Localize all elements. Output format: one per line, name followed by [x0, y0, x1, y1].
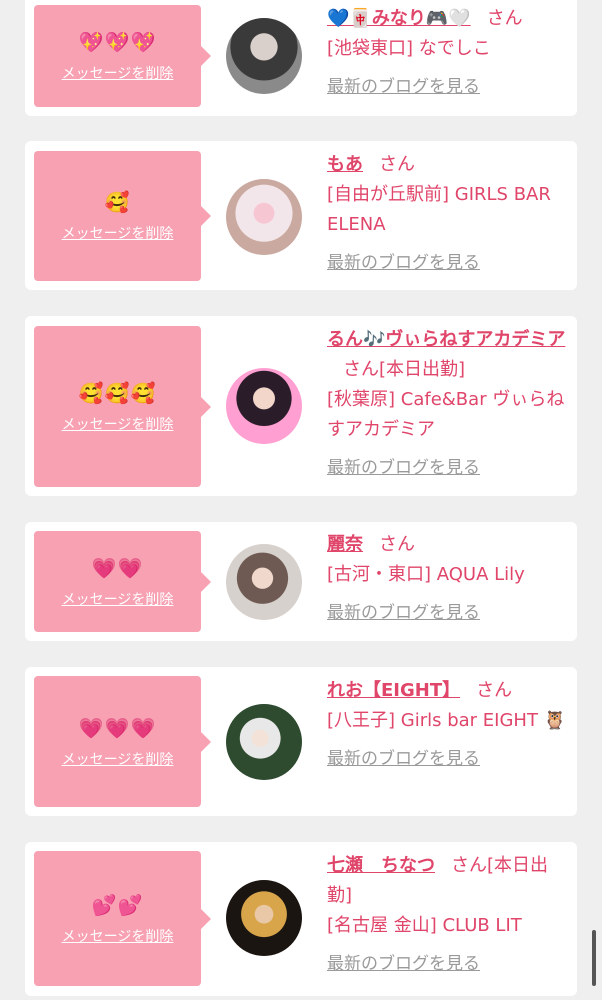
- cast-info: 七瀬 ちなつ さん[本日出勤] [名古屋 金山] CLUB LIT 最新のブログを…: [327, 851, 567, 979]
- delete-message-button[interactable]: メッセージを削除: [62, 926, 174, 946]
- message-emoji: 🥰🥰🥰: [78, 380, 157, 405]
- message-card: 💖💖💖 メッセージを削除 💙🀄みなり🎮🤍 さん [池袋東口] なでしこ 最新のブロ…: [25, 0, 577, 116]
- cast-name-line: 💙🀄みなり🎮🤍 さん: [327, 4, 567, 34]
- cast-name-link[interactable]: れお【EIGHT】: [327, 680, 460, 701]
- delete-message-button[interactable]: メッセージを削除: [62, 414, 174, 434]
- message-card: 🥰🥰🥰 メッセージを削除 るん🎶ヴぃらねすアカデミアさん[本日出勤] [秋葉原]…: [25, 316, 577, 496]
- honorific: さん: [486, 8, 523, 29]
- message-card: 💗💗💗 メッセージを削除 れお【EIGHT】 さん [八王子] Girls bar…: [25, 667, 577, 816]
- shop-name: [自由が丘駅前] GIRLS BAR ELENA: [327, 184, 551, 235]
- avatar[interactable]: [226, 179, 302, 255]
- cast-name-line: るん🎶ヴぃらねすアカデミアさん[本日出勤]: [327, 325, 567, 385]
- cast-name-line: 麗奈 さん: [327, 530, 567, 560]
- shop-name: [古河・東口] AQUA Lily: [327, 564, 525, 585]
- delete-message-button[interactable]: メッセージを削除: [62, 749, 174, 769]
- scrollbar[interactable]: [592, 930, 596, 986]
- message-bubble: 💖💖💖 メッセージを削除: [34, 5, 211, 107]
- cast-name-line: もあ さん: [327, 150, 567, 180]
- message-card: 💗💗 メッセージを削除 麗奈 さん [古河・東口] AQUA Lily 最新のブロ…: [25, 522, 577, 641]
- avatar[interactable]: [226, 544, 302, 620]
- latest-blog-link[interactable]: 最新のブログを見る: [327, 248, 567, 278]
- honorific: さん: [379, 154, 415, 175]
- delete-message-button[interactable]: メッセージを削除: [62, 589, 174, 609]
- honorific: さん: [379, 534, 415, 555]
- message-emoji: 💖💖💖: [78, 30, 157, 54]
- cast-info: もあ さん [自由が丘駅前] GIRLS BAR ELENA 最新のブログを見る: [327, 150, 567, 278]
- message-card: 💕💕 メッセージを削除 七瀬 ちなつ さん[本日出勤] [名古屋 金山] CLUB…: [25, 842, 577, 996]
- shop-name: [八王子] Girls bar EIGHT 🦉: [327, 710, 567, 731]
- message-emoji: 💗💗💗: [78, 715, 157, 740]
- latest-blog-link[interactable]: 最新のブログを見る: [327, 453, 567, 483]
- cast-info: 麗奈 さん [古河・東口] AQUA Lily 最新のブログを見る: [327, 530, 567, 628]
- latest-blog-link[interactable]: 最新のブログを見る: [327, 72, 567, 102]
- cast-name-line: 七瀬 ちなつ さん[本日出勤]: [327, 851, 567, 911]
- cast-info: るん🎶ヴぃらねすアカデミアさん[本日出勤] [秋葉原] Cafe&Bar ヴぃら…: [327, 325, 567, 483]
- message-bubble: 🥰 メッセージを削除: [34, 151, 211, 281]
- cast-info: 💙🀄みなり🎮🤍 さん [池袋東口] なでしこ 最新のブログを見る: [327, 4, 567, 102]
- cast-info: れお【EIGHT】 さん [八王子] Girls bar EIGHT 🦉 最新のブ…: [327, 676, 567, 774]
- cast-name-link[interactable]: 七瀬 ちなつ: [327, 855, 435, 876]
- latest-blog-link[interactable]: 最新のブログを見る: [327, 744, 567, 774]
- cast-name-link[interactable]: るん🎶ヴぃらねすアカデミア: [327, 329, 565, 350]
- message-emoji: 💗💗: [91, 555, 144, 580]
- avatar[interactable]: [226, 18, 302, 94]
- cast-name-line: れお【EIGHT】 さん: [327, 676, 567, 706]
- honorific: さん[本日出勤]: [343, 359, 466, 380]
- message-bubble: 💗💗💗 メッセージを削除: [34, 676, 211, 807]
- message-bubble: 💕💕 メッセージを削除: [34, 851, 211, 986]
- cast-name-link[interactable]: もあ: [327, 154, 363, 175]
- delete-message-button[interactable]: メッセージを削除: [62, 223, 174, 243]
- avatar[interactable]: [226, 368, 302, 444]
- cast-name-link[interactable]: 💙🀄みなり🎮🤍: [327, 8, 471, 29]
- avatar[interactable]: [226, 704, 302, 780]
- delete-message-button[interactable]: メッセージを削除: [62, 63, 174, 83]
- message-bubble: 🥰🥰🥰 メッセージを削除: [34, 326, 211, 487]
- latest-blog-link[interactable]: 最新のブログを見る: [327, 598, 567, 628]
- message-emoji: 💕💕: [91, 892, 144, 917]
- cast-name-link[interactable]: 麗奈: [327, 534, 363, 555]
- shop-name: [池袋東口] なでしこ: [327, 38, 491, 59]
- latest-blog-link[interactable]: 最新のブログを見る: [327, 949, 567, 979]
- avatar[interactable]: [226, 880, 302, 956]
- message-bubble: 💗💗 メッセージを削除: [34, 531, 211, 632]
- shop-name: [秋葉原] Cafe&Bar ヴぃらねすアカデミア: [327, 389, 565, 440]
- message-emoji: 🥰: [104, 190, 131, 214]
- honorific: さん: [476, 680, 513, 701]
- message-card: 🥰 メッセージを削除 もあ さん [自由が丘駅前] GIRLS BAR ELENA…: [25, 141, 577, 290]
- shop-name: [名古屋 金山] CLUB LIT: [327, 915, 522, 936]
